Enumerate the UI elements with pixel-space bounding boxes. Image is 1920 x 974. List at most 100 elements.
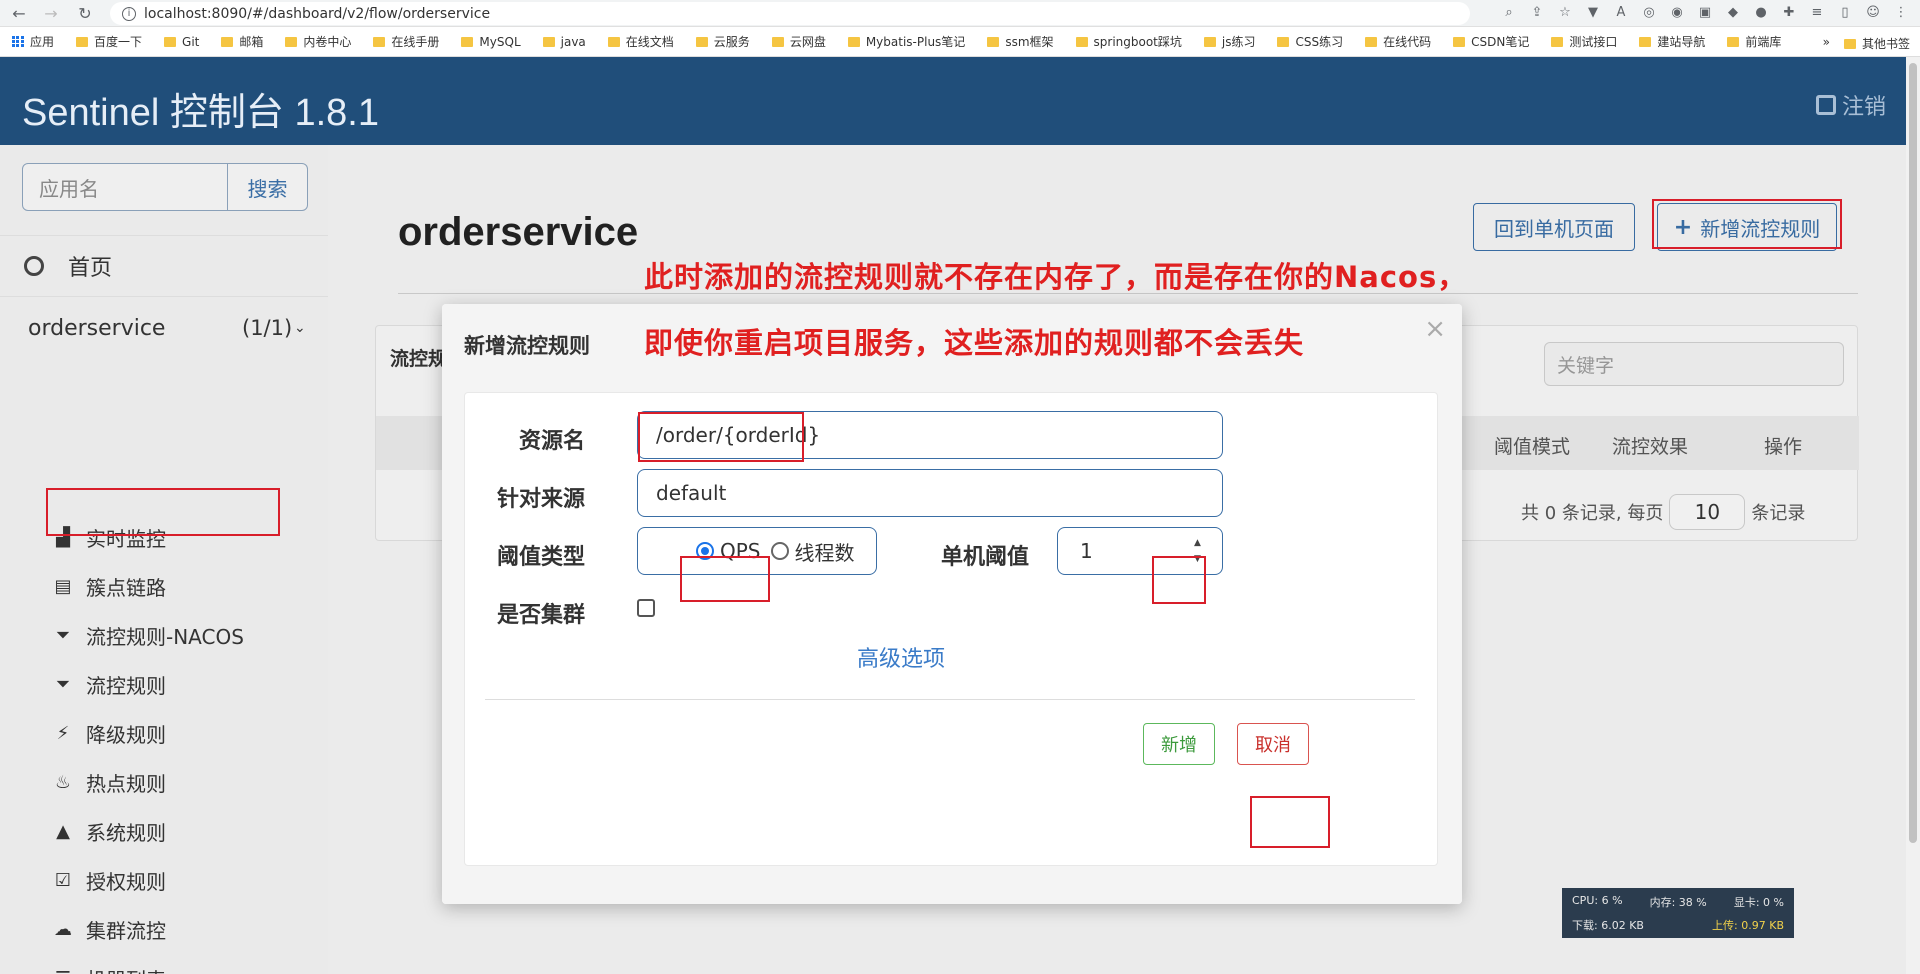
highlight-box (638, 412, 804, 462)
folder-icon (1453, 36, 1466, 47)
bookmarks-overflow: » 其他书签 (1823, 35, 1910, 52)
folder-icon (1843, 38, 1856, 49)
folder-icon (1365, 36, 1378, 47)
origin-input[interactable]: default (637, 469, 1223, 517)
translate-icon[interactable]: A (1612, 3, 1630, 21)
annotation-line-2: 即使你重启项目服务，这些添加的规则都不会丢失 (644, 326, 1305, 360)
forward-arrow-icon[interactable]: → (38, 0, 64, 26)
lock-icon: ▲ (56, 820, 70, 842)
bookmark-item[interactable]: MySQL (461, 35, 521, 49)
folder-icon (771, 36, 784, 47)
close-icon[interactable]: × (1424, 314, 1446, 344)
check-icon: ☑ (54, 869, 72, 891)
dialog-form: 资源名 /order/{orderId} 针对来源 default 阈值类型 Q… (464, 392, 1438, 866)
app-header: Sentinel 控制台 1.8.1 注销 (0, 57, 1906, 145)
search-button[interactable]: 搜索 (228, 163, 308, 211)
sidebar-item[interactable]: ⚡ 降级规则 (52, 713, 312, 753)
bookmark-item[interactable]: 内卷中心 (285, 33, 351, 50)
zoom-icon[interactable]: ⌕ (1500, 3, 1518, 21)
reload-icon[interactable]: ↻ (72, 0, 98, 26)
bookmark-item[interactable]: 在线代码 (1365, 33, 1431, 50)
menu-icon[interactable]: ⋮ (1892, 3, 1910, 21)
puzzle-icon[interactable]: ✚ (1780, 3, 1798, 21)
sidebar-item[interactable]: ▤ 簇点链路 (52, 566, 312, 606)
sidebar-item-home[interactable]: 首页 (0, 235, 328, 297)
browser-toolbar: ← → ↻ i localhost:8090/#/dashboard/v2/fl… (0, 0, 1920, 27)
highlight-box (1652, 199, 1842, 249)
bookmark-item[interactable]: springboot踩坑 (1075, 33, 1182, 50)
radio-threads[interactable] (770, 542, 789, 560)
bookmark-item[interactable]: 建站导航 (1639, 33, 1705, 50)
other-bookmarks[interactable]: 其他书签 (1843, 35, 1910, 52)
sidebar: 应用名 搜索 首页 orderservice (1/1) ⌄ ▟ 实时监控 ▤ 簇点链… (0, 145, 328, 974)
annotation-line-1: 此时添加的流控规则就不存在内存了，而是存在你的Nacos， (644, 260, 1468, 294)
bookmark-item[interactable]: java (542, 35, 586, 49)
share-icon[interactable]: ⇪ (1528, 3, 1546, 21)
bookmark-item[interactable]: 测试接口 (1551, 33, 1617, 50)
sidebar-item[interactable]: ☰机器列表 (52, 958, 312, 974)
bookmark-item[interactable]: 邮箱 (221, 33, 263, 50)
sidebar-app-orderservice[interactable]: orderservice (1/1) ⌄ (0, 303, 328, 353)
profile-icon[interactable]: ☺ (1864, 3, 1882, 21)
url-text: localhost:8090/#/dashboard/v2/flow/order… (144, 5, 491, 22)
bookmark-item[interactable]: Mybatis-Plus笔记 (847, 33, 965, 50)
threshold-type-label: 阈值类型 (497, 545, 586, 570)
bookmark-item[interactable]: 应用 (12, 33, 54, 50)
filter-icon: ⏷ (55, 673, 71, 695)
bookmark-item[interactable]: 云服务 (695, 33, 750, 50)
advanced-options-link[interactable]: 高级选项 (857, 641, 945, 673)
extension-icon[interactable]: ◉ (1668, 3, 1686, 21)
folder-icon (1727, 36, 1740, 47)
sidebar-item[interactable]: ▲ 系统规则 (52, 811, 312, 851)
sidepanel-icon[interactable]: ▯ (1836, 3, 1854, 21)
bookmark-item[interactable]: 百度一下 (76, 33, 142, 50)
sidebar-item[interactable]: ⏷ 流控规则-NACOS (52, 615, 312, 655)
more-bookmarks-button[interactable]: » (1823, 35, 1830, 52)
sidebar-item[interactable]: ⏷ 流控规则 (52, 664, 312, 704)
extension-icon[interactable]: ● (1752, 3, 1770, 21)
cluster-checkbox[interactable] (637, 599, 655, 617)
folder-icon (1075, 36, 1088, 47)
cancel-button[interactable]: 取消 (1237, 723, 1309, 765)
th-list-icon: ☰ (52, 968, 74, 974)
page-scrollbar[interactable] (1906, 57, 1920, 974)
bookmark-item[interactable]: CSDN笔记 (1453, 33, 1529, 50)
submit-button[interactable]: 新增 (1143, 723, 1215, 765)
cloud-icon: ☁ (54, 918, 72, 940)
fire-icon: ♨ (54, 771, 72, 793)
bookmark-item[interactable]: 前端库 (1727, 33, 1781, 50)
app-search-input[interactable]: 应用名 (22, 163, 228, 211)
extension-icon[interactable]: ◎ (1640, 3, 1658, 21)
bookmark-item[interactable]: 在线手册 (373, 33, 439, 50)
app-search: 应用名 搜索 (22, 163, 308, 211)
highlight-box (1250, 796, 1330, 848)
address-bar[interactable]: i localhost:8090/#/dashboard/v2/flow/ord… (110, 2, 1470, 25)
bookmark-item[interactable]: 在线文档 (607, 33, 674, 50)
list-icon: ▤ (54, 575, 72, 597)
bookmark-item[interactable]: Git (164, 35, 199, 49)
bookmark-item[interactable]: js练习 (1203, 33, 1255, 50)
star-icon[interactable]: ☆ (1556, 3, 1574, 21)
highlight-box (46, 488, 280, 536)
folder-icon (285, 36, 298, 47)
logout-link[interactable]: 注销 (1815, 89, 1886, 121)
bookmark-item[interactable]: ssm框架 (987, 33, 1054, 50)
dashboard-icon (24, 256, 44, 276)
extension-icon[interactable]: ▣ (1696, 3, 1714, 21)
folder-icon (542, 36, 555, 47)
single-threshold-label: 单机阈值 (941, 545, 1030, 570)
origin-label: 针对来源 (497, 487, 586, 512)
reading-list-icon[interactable]: ≡ (1808, 3, 1826, 21)
extension-icon[interactable]: ◆ (1724, 3, 1742, 21)
info-icon[interactable]: i (122, 6, 136, 21)
back-arrow-icon[interactable]: ← (6, 0, 32, 26)
bookmark-item[interactable]: CSS练习 (1277, 33, 1343, 50)
sidebar-item[interactable]: ☁ 集群流控 (52, 909, 312, 949)
folder-icon (1203, 36, 1216, 47)
dialog-title: 新增流控规则 (464, 334, 590, 358)
folder-icon (1277, 36, 1290, 47)
sidebar-item[interactable]: ♨ 热点规则 (52, 762, 312, 802)
bookmark-item[interactable]: 云网盘 (771, 33, 826, 50)
extension-icon[interactable]: ▼ (1584, 3, 1602, 21)
sidebar-item[interactable]: ☑ 授权规则 (52, 860, 312, 900)
